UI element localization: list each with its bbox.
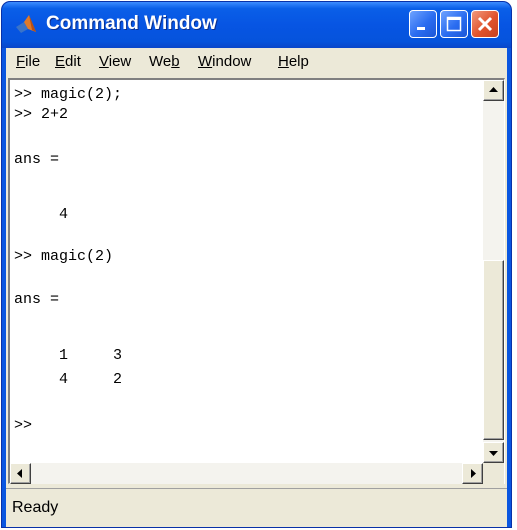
matlab-logo-icon — [16, 15, 36, 33]
close-button[interactable] — [471, 10, 499, 38]
title-bar[interactable]: Command Window — [2, 2, 511, 48]
console-line: 1 3 — [14, 347, 123, 364]
client-area: File Edit View Web Window Help >> magic(… — [6, 48, 507, 527]
menu-view-accelerator: V — [99, 53, 109, 70]
menu-view-text-rest: iew — [108, 53, 132, 70]
window-title: Command Window — [46, 13, 217, 34]
vertical-scroll-thumb[interactable] — [483, 260, 504, 440]
menu-edit-text-rest: dit — [65, 53, 81, 70]
arrow-left-icon — [17, 469, 22, 478]
console-line: ans = — [14, 291, 60, 308]
menu-window-accelerator: W — [198, 53, 213, 70]
maximize-icon — [446, 16, 462, 32]
menu-view[interactable]: View — [97, 52, 133, 72]
menu-file[interactable]: File — [14, 52, 42, 72]
menu-file-text-rest: ile — [25, 53, 41, 70]
menu-edit[interactable]: Edit — [53, 52, 83, 72]
scrollbar-corner — [483, 463, 504, 484]
minimize-button[interactable] — [409, 10, 437, 38]
minimize-icon — [417, 27, 425, 30]
menu-window-text-rest: indow — [212, 53, 252, 70]
console-line: 4 — [14, 206, 69, 223]
menu-web-accelerator: b — [171, 53, 180, 70]
console-line: >> magic(2); — [14, 86, 123, 103]
maximize-button[interactable] — [440, 10, 468, 38]
menu-help[interactable]: Help — [276, 52, 311, 72]
menu-web-text: We — [149, 53, 172, 70]
arrow-right-icon — [471, 469, 476, 478]
console-line: ans = — [14, 151, 60, 168]
arrow-down-icon — [489, 451, 498, 456]
scroll-down-button[interactable] — [483, 442, 504, 463]
scroll-left-button[interactable] — [10, 463, 31, 484]
scroll-up-button[interactable] — [483, 80, 504, 101]
command-window: Command Window File Edit View Web Window — [2, 2, 511, 527]
status-bar: Ready — [6, 488, 507, 527]
console-line: >> 2+2 — [14, 106, 69, 123]
scroll-right-button[interactable] — [462, 463, 483, 484]
console-area[interactable]: >> magic(2); >> 2+2 ans = 4 >> magic(2) … — [8, 78, 505, 484]
horizontal-scrollbar[interactable] — [10, 463, 483, 484]
menu-window[interactable]: Window — [196, 52, 253, 72]
menu-help-accelerator: H — [278, 53, 289, 70]
arrow-up-icon — [489, 87, 498, 92]
close-icon — [477, 16, 493, 32]
menu-file-accelerator: F — [16, 53, 26, 70]
menu-help-text-rest: elp — [288, 53, 309, 70]
menu-bar: File Edit View Web Window Help — [6, 48, 507, 76]
status-text: Ready — [12, 499, 59, 516]
vertical-scrollbar[interactable] — [483, 80, 504, 463]
console-line: >> — [14, 417, 33, 434]
menu-web[interactable]: Web — [147, 52, 182, 72]
menu-edit-accelerator: E — [55, 53, 66, 70]
console-line: 4 2 — [14, 371, 123, 388]
console-line: >> magic(2) — [14, 248, 114, 265]
